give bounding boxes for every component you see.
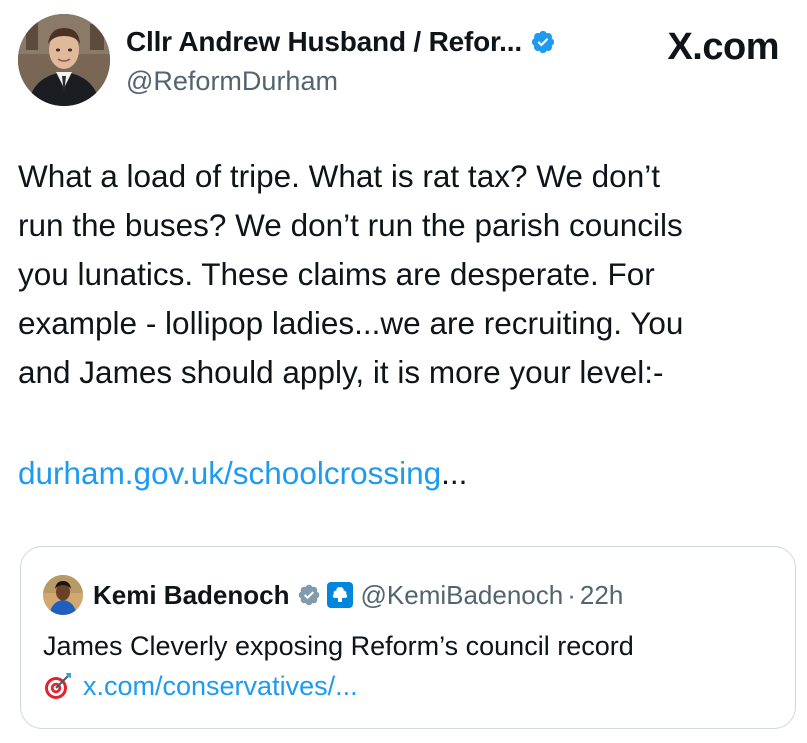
quoted-tweet-header: Kemi Badenoch @KemiBadenoch · 22h [43, 575, 623, 615]
grey-verified-badge-icon [297, 583, 321, 607]
quoted-tweet-link[interactable]: x.com/conservatives/... [83, 671, 358, 702]
tweet-text: What a load of tripe. What is rat tax? W… [18, 158, 684, 390]
tweet-link[interactable]: durham.gov.uk/schoolcrossing... [18, 449, 467, 498]
verified-badge-icon [530, 29, 556, 55]
tweet-header: Cllr Andrew Husband / Refor... @ReformDu… [18, 14, 793, 108]
site-label: X.com [667, 26, 779, 68]
quoted-author-handle[interactable]: @KemiBadenoch [361, 580, 564, 611]
quoted-tweet-link-row: x.com/conservatives/... [43, 667, 358, 705]
author-name-row: Cllr Andrew Husband / Refor... [126, 26, 556, 58]
quoted-tweet-text: James Cleverly exposing Reform’s council… [43, 631, 634, 661]
author-avatar[interactable] [18, 14, 110, 106]
quoted-tweet-card[interactable]: Kemi Badenoch @KemiBadenoch · 22h James … [20, 546, 796, 729]
tweet-link-ellipsis: ... [441, 455, 468, 491]
quoted-author-avatar[interactable] [43, 575, 83, 615]
quoted-tweet-time[interactable]: 22h [580, 580, 623, 611]
time-separator: · [567, 579, 576, 610]
author-display-name[interactable]: Cllr Andrew Husband / Refor... [126, 26, 522, 58]
quoted-author-name[interactable]: Kemi Badenoch [93, 580, 290, 611]
tweet-link-url[interactable]: durham.gov.uk/schoolcrossing [18, 455, 441, 491]
direct-hit-dart-icon [43, 671, 73, 701]
author-handle[interactable]: @ReformDurham [126, 66, 338, 97]
conservative-tree-badge-icon[interactable] [326, 582, 353, 608]
